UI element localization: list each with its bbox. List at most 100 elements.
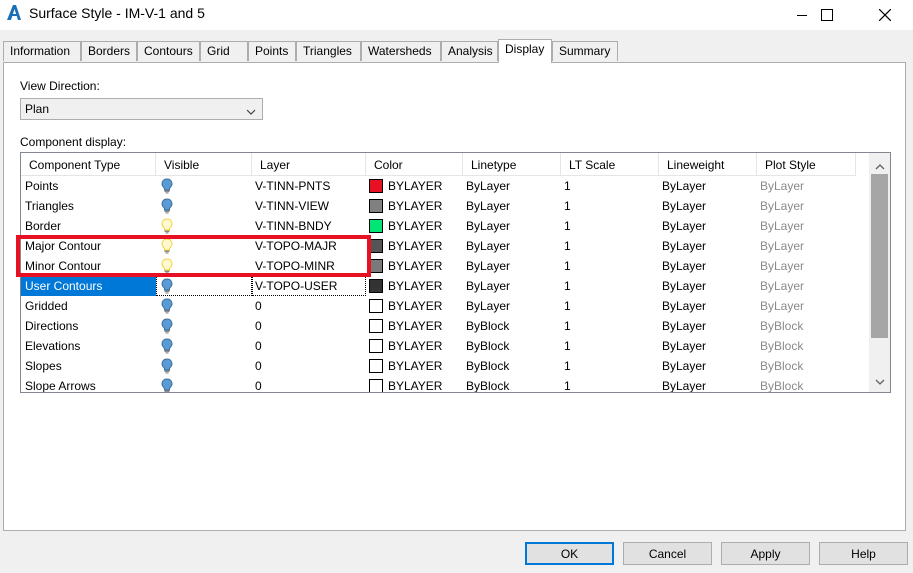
- visible-cell[interactable]: [156, 376, 252, 392]
- column-header-color[interactable]: Color: [366, 153, 463, 176]
- plot-style-cell[interactable]: ByLayer: [757, 296, 856, 316]
- lt-scale-cell[interactable]: 1: [561, 196, 659, 216]
- lt-scale-cell[interactable]: 1: [561, 376, 659, 392]
- lt-scale-cell[interactable]: 1: [561, 236, 659, 256]
- color-cell[interactable]: BYLAYER: [366, 236, 463, 256]
- component-type-cell[interactable]: Triangles: [21, 196, 156, 216]
- help-button[interactable]: Help: [819, 542, 908, 565]
- lightbulb-on-icon[interactable]: [161, 278, 173, 297]
- column-header-lineweight[interactable]: Lineweight: [659, 153, 757, 176]
- plot-style-cell[interactable]: ByBlock: [757, 356, 856, 376]
- lineweight-cell[interactable]: ByLayer: [659, 216, 757, 236]
- plot-style-cell[interactable]: ByLayer: [757, 276, 856, 296]
- cancel-button[interactable]: Cancel: [623, 542, 712, 565]
- lightbulb-on-icon[interactable]: [161, 298, 173, 317]
- scroll-down-icon[interactable]: [875, 375, 885, 389]
- layer-cell[interactable]: V-TOPO-USER: [252, 276, 366, 296]
- column-header-lt-scale[interactable]: LT Scale: [561, 153, 659, 176]
- lineweight-cell[interactable]: ByLayer: [659, 196, 757, 216]
- ok-button[interactable]: OK: [525, 542, 614, 565]
- lightbulb-on-icon[interactable]: [161, 178, 173, 197]
- layer-cell[interactable]: V-TINN-PNTS: [252, 176, 366, 196]
- linetype-cell[interactable]: ByBlock: [463, 376, 561, 392]
- lt-scale-cell[interactable]: 1: [561, 216, 659, 236]
- tab-grid[interactable]: Grid: [200, 41, 248, 61]
- component-type-cell[interactable]: Slopes: [21, 356, 156, 376]
- table-row[interactable]: Slope Arrows 0 BYLAYER ByBlock 1 ByLayer ByBlo…: [21, 376, 856, 392]
- tab-information[interactable]: Information: [3, 41, 81, 61]
- layer-cell[interactable]: 0: [252, 356, 366, 376]
- lineweight-cell[interactable]: ByLayer: [659, 356, 757, 376]
- color-cell[interactable]: BYLAYER: [366, 216, 463, 236]
- tab-analysis[interactable]: Analysis: [441, 41, 498, 61]
- visible-cell[interactable]: [156, 176, 252, 196]
- linetype-cell[interactable]: ByLayer: [463, 216, 561, 236]
- lt-scale-cell[interactable]: 1: [561, 176, 659, 196]
- plot-style-cell[interactable]: ByLayer: [757, 236, 856, 256]
- color-cell[interactable]: BYLAYER: [366, 316, 463, 336]
- plot-style-cell[interactable]: ByBlock: [757, 316, 856, 336]
- tab-contours[interactable]: Contours: [137, 41, 200, 61]
- lineweight-cell[interactable]: ByLayer: [659, 236, 757, 256]
- linetype-cell[interactable]: ByLayer: [463, 276, 561, 296]
- lineweight-cell[interactable]: ByLayer: [659, 336, 757, 356]
- lineweight-cell[interactable]: ByLayer: [659, 316, 757, 336]
- plot-style-cell[interactable]: ByBlock: [757, 376, 856, 392]
- lightbulb-on-icon[interactable]: [161, 198, 173, 217]
- plot-style-cell[interactable]: ByLayer: [757, 216, 856, 236]
- plot-style-cell[interactable]: ByLayer: [757, 256, 856, 276]
- component-type-cell[interactable]: Points: [21, 176, 156, 196]
- lightbulb-on-icon[interactable]: [161, 318, 173, 337]
- scroll-up-icon[interactable]: [875, 159, 885, 173]
- apply-button[interactable]: Apply: [721, 542, 810, 565]
- column-header-plot-style[interactable]: Plot Style: [757, 153, 856, 176]
- visible-cell[interactable]: [156, 216, 252, 236]
- linetype-cell[interactable]: ByLayer: [463, 196, 561, 216]
- lineweight-cell[interactable]: ByLayer: [659, 296, 757, 316]
- visible-cell[interactable]: [156, 316, 252, 336]
- visible-cell[interactable]: [156, 276, 252, 296]
- linetype-cell[interactable]: ByLayer: [463, 256, 561, 276]
- lightbulb-on-icon[interactable]: [161, 358, 173, 377]
- close-button[interactable]: [862, 0, 908, 30]
- layer-cell[interactable]: V-TINN-BNDY: [252, 216, 366, 236]
- visible-cell[interactable]: [156, 196, 252, 216]
- linetype-cell[interactable]: ByBlock: [463, 316, 561, 336]
- color-cell[interactable]: BYLAYER: [366, 356, 463, 376]
- plot-style-cell[interactable]: ByLayer: [757, 196, 856, 216]
- component-type-cell[interactable]: Gridded: [21, 296, 156, 316]
- visible-cell[interactable]: [156, 356, 252, 376]
- lightbulb-on-icon[interactable]: [161, 338, 173, 357]
- color-cell[interactable]: BYLAYER: [366, 376, 463, 392]
- linetype-cell[interactable]: ByLayer: [463, 236, 561, 256]
- lightbulb-on-icon[interactable]: [161, 378, 173, 392]
- column-header-layer[interactable]: Layer: [252, 153, 366, 176]
- table-row[interactable]: Gridded 0 BYLAYER ByLayer 1 ByLayer ByLayer: [21, 296, 856, 316]
- lt-scale-cell[interactable]: 1: [561, 276, 659, 296]
- lineweight-cell[interactable]: ByLayer: [659, 256, 757, 276]
- table-row[interactable]: Elevations 0 BYLAYER ByBlock 1 ByLayer ByBlock: [21, 336, 856, 356]
- linetype-cell[interactable]: ByBlock: [463, 356, 561, 376]
- layer-cell[interactable]: 0: [252, 296, 366, 316]
- color-cell[interactable]: BYLAYER: [366, 336, 463, 356]
- tab-summary[interactable]: Summary: [552, 41, 618, 61]
- table-row[interactable]: Directions 0 BYLAYER ByBlock 1 ByLayer ByBlock: [21, 316, 856, 336]
- linetype-cell[interactable]: ByBlock: [463, 336, 561, 356]
- color-cell[interactable]: BYLAYER: [366, 176, 463, 196]
- table-row[interactable]: Points V-TINN-PNTS BYLAYER ByLayer 1 ByLayer B…: [21, 176, 856, 196]
- lt-scale-cell[interactable]: 1: [561, 356, 659, 376]
- visible-cell[interactable]: [156, 336, 252, 356]
- lt-scale-cell[interactable]: 1: [561, 296, 659, 316]
- lt-scale-cell[interactable]: 1: [561, 256, 659, 276]
- lineweight-cell[interactable]: ByLayer: [659, 276, 757, 296]
- tab-watersheds[interactable]: Watersheds: [361, 41, 441, 61]
- tab-points[interactable]: Points: [248, 41, 296, 61]
- plot-style-cell[interactable]: ByBlock: [757, 336, 856, 356]
- table-row[interactable]: Border V-TINN-BNDY BYLAYER ByLayer 1 ByLayer B…: [21, 216, 856, 236]
- component-type-cell[interactable]: User Contours: [21, 276, 156, 296]
- column-header-visible[interactable]: Visible: [156, 153, 252, 176]
- linetype-cell[interactable]: ByLayer: [463, 296, 561, 316]
- maximize-button[interactable]: [804, 0, 850, 30]
- lt-scale-cell[interactable]: 1: [561, 336, 659, 356]
- lt-scale-cell[interactable]: 1: [561, 316, 659, 336]
